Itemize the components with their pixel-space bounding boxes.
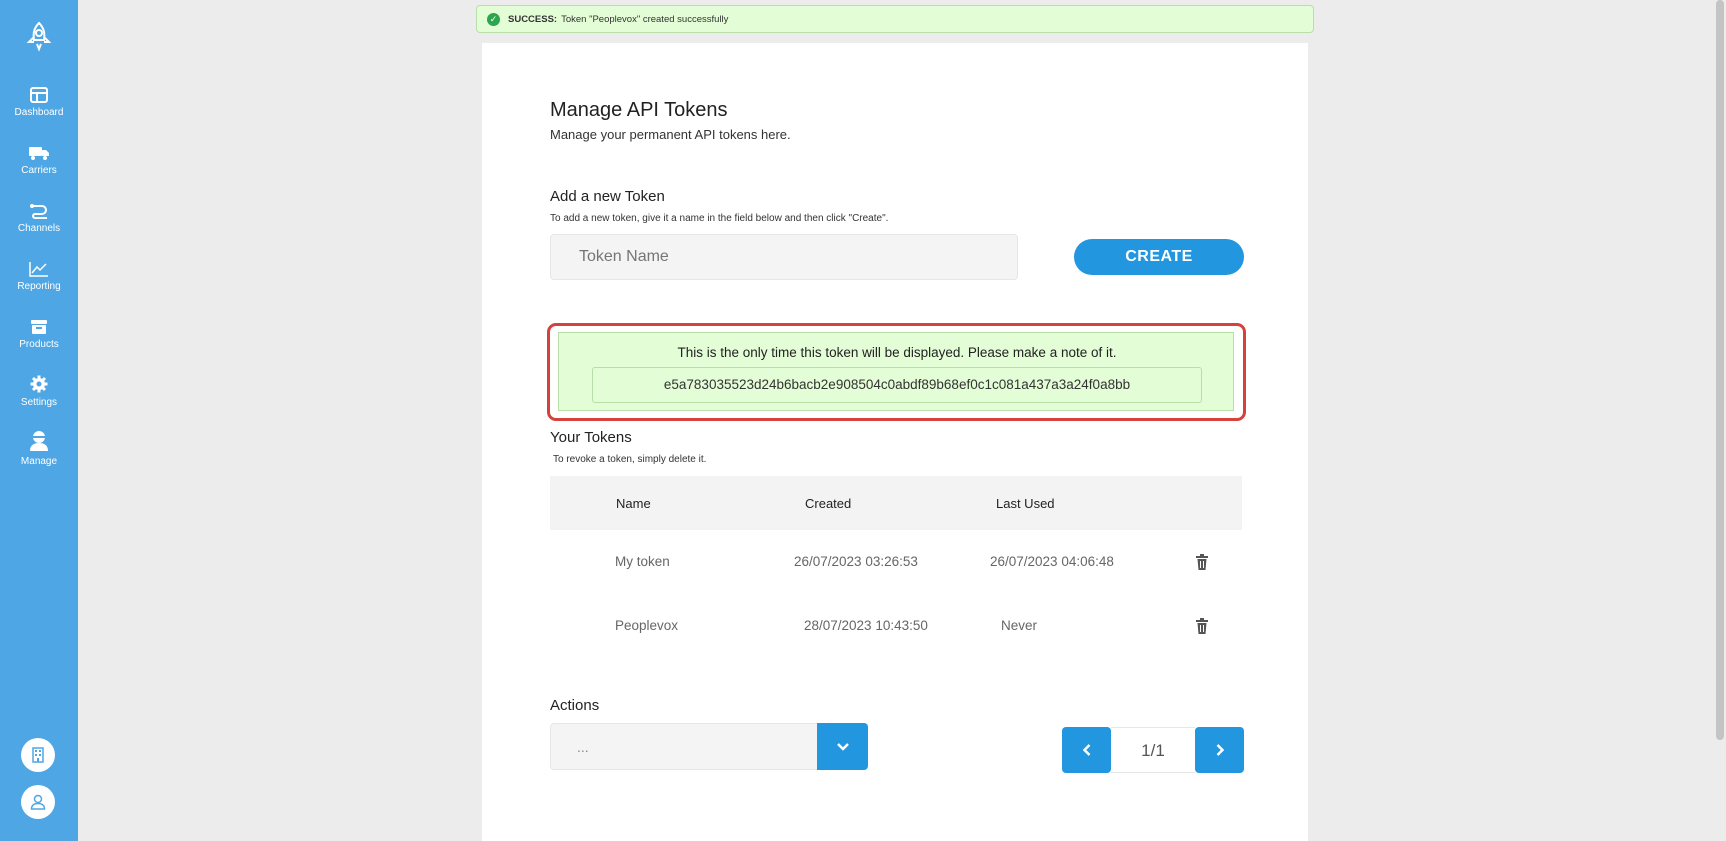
nav-label: Carriers — [21, 165, 57, 176]
nav-label: Settings — [20, 397, 58, 408]
scrollbar[interactable] — [1716, 0, 1724, 740]
chevron-right-icon — [1216, 744, 1224, 756]
token-name-cell: My token — [615, 554, 670, 569]
nav-label: Reporting — [17, 281, 61, 292]
dashboard-icon — [30, 87, 48, 103]
truck-icon — [29, 147, 49, 160]
rocket-logo-icon[interactable] — [23, 20, 55, 52]
chevron-left-icon — [1082, 744, 1090, 756]
token-notice-text: This is the only time this token will be… — [677, 345, 1117, 360]
check-circle-icon: ✓ — [487, 12, 500, 26]
user-manage-icon — [30, 431, 48, 451]
nav-label: Manage — [20, 456, 58, 467]
your-tokens-title: Your Tokens — [550, 429, 632, 446]
channels-icon — [30, 204, 47, 219]
next-page-button[interactable] — [1195, 727, 1244, 773]
page-title: Manage API Tokens — [550, 99, 728, 121]
toast-message: Token "Peoplevox" created successfully — [561, 13, 729, 25]
box-icon — [31, 320, 47, 334]
token-notice: This is the only time this token will be… — [558, 332, 1234, 411]
column-header-last-used: Last Used — [996, 496, 1055, 511]
building-icon[interactable] — [21, 738, 55, 772]
tokens-table: Name Created Last Used My token 26/07/20… — [550, 476, 1242, 658]
token-last-used-cell: Never — [1001, 618, 1038, 633]
nav-item-channels[interactable]: Channels — [0, 203, 78, 234]
actions-select[interactable]: ... — [550, 723, 868, 770]
column-header-name: Name — [616, 496, 651, 511]
page-subtitle: Manage your permanent API tokens here. — [550, 127, 791, 142]
table-row: My token 26/07/2023 03:26:53 26/07/2023 … — [550, 530, 1242, 594]
nav-label: Products — [19, 339, 59, 350]
actions-dropdown-button[interactable] — [817, 723, 868, 770]
nav-item-products[interactable]: Products — [0, 319, 78, 350]
toast-strong: SUCCESS: — [508, 13, 558, 25]
pagination: 1/1 — [1062, 727, 1244, 773]
chart-icon — [29, 262, 48, 277]
gear-icon — [30, 375, 48, 393]
success-toast: ✓ SUCCESS: Token "Peoplevox" created suc… — [476, 5, 1314, 33]
actions-select-value: ... — [577, 739, 589, 755]
add-token-help: To add a new token, give it a name in th… — [550, 213, 889, 224]
add-token-title: Add a new Token — [550, 188, 665, 205]
actions-title: Actions — [550, 697, 600, 714]
nav-label: Channels — [17, 223, 61, 234]
nav-item-reporting[interactable]: Reporting — [0, 261, 78, 292]
token-created-cell: 26/07/2023 03:26:53 — [794, 554, 918, 569]
chevron-down-icon — [836, 742, 849, 751]
token-value-field[interactable]: e5a783035523d24b6bacb2e908504c0abdf89b68… — [592, 367, 1202, 403]
column-header-created: Created — [805, 496, 852, 511]
nav-label: Dashboard — [14, 107, 64, 118]
user-profile-icon[interactable] — [21, 785, 55, 819]
prev-page-button[interactable] — [1062, 727, 1111, 773]
sidebar: Dashboard Carriers Channels Reporting Pr… — [0, 0, 78, 841]
trash-icon[interactable] — [1195, 554, 1209, 570]
table-header: Name Created Last Used — [550, 476, 1242, 530]
main-card: Manage API Tokens Manage your permanent … — [482, 43, 1308, 841]
nav-item-dashboard[interactable]: Dashboard — [0, 87, 78, 118]
token-last-used-cell: 26/07/2023 04:06:48 — [990, 554, 1114, 569]
token-name-input[interactable] — [550, 234, 1018, 280]
nav-item-manage[interactable]: Manage — [0, 430, 78, 467]
create-button[interactable]: CREATE — [1074, 239, 1244, 275]
token-highlight-frame: This is the only time this token will be… — [547, 323, 1246, 421]
your-tokens-help: To revoke a token, simply delete it. — [553, 454, 707, 465]
table-row: Peoplevox 28/07/2023 10:43:50 Never — [550, 594, 1242, 658]
page-indicator: 1/1 — [1111, 727, 1195, 773]
trash-icon[interactable] — [1195, 618, 1209, 634]
nav-item-settings[interactable]: Settings — [0, 375, 78, 408]
nav-item-carriers[interactable]: Carriers — [0, 145, 78, 176]
token-created-cell: 28/07/2023 10:43:50 — [804, 618, 928, 633]
token-name-cell: Peoplevox — [615, 618, 679, 633]
